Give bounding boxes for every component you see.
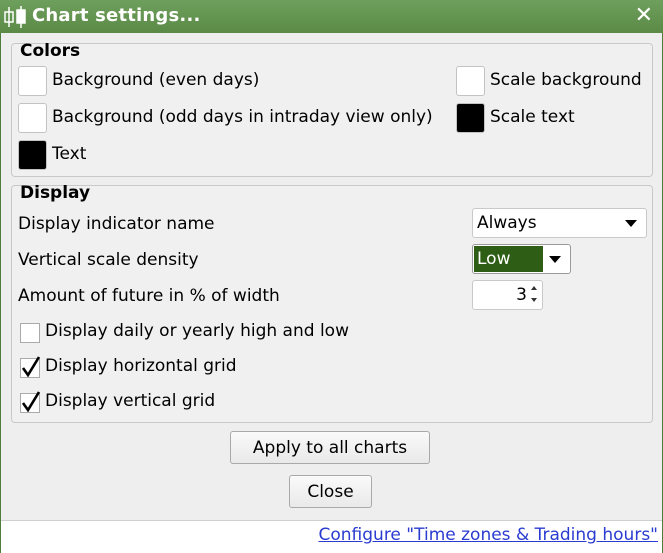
apply-to-all-button[interactable]: Apply to all charts <box>230 431 430 464</box>
future-label: Amount of future in % of width <box>18 286 280 306</box>
close-icon[interactable]: ✕ <box>635 3 653 28</box>
horizontal-grid-checkbox[interactable] <box>20 356 41 378</box>
colors-group: Colors Background (even days) Background… <box>11 41 653 177</box>
chevron-down-icon <box>549 256 561 263</box>
text-color-swatch[interactable] <box>18 140 47 170</box>
spin-up-icon[interactable] <box>529 283 539 295</box>
vertical-grid-checkbox[interactable] <box>20 391 41 413</box>
indicator-name-select[interactable]: Always <box>472 208 647 238</box>
scale-density-select[interactable]: Low <box>472 244 571 274</box>
background-odd-label: Background (odd days in intraday view on… <box>52 107 433 127</box>
vertical-grid-label: Display vertical grid <box>45 391 216 411</box>
window-title: Chart settings... <box>32 5 201 26</box>
high-low-checkbox[interactable] <box>20 323 40 343</box>
display-legend: Display <box>20 183 91 203</box>
scale-density-value: Low <box>477 249 511 269</box>
high-low-label: Display daily or yearly high and low <box>45 321 349 341</box>
scale-text-swatch[interactable] <box>456 103 485 133</box>
chevron-down-icon <box>625 220 637 227</box>
scale-background-label: Scale background <box>490 70 642 90</box>
spin-down-icon[interactable] <box>529 295 539 307</box>
scale-text-label: Scale text <box>490 107 575 127</box>
indicator-name-value: Always <box>477 213 537 233</box>
checkmark-icon <box>21 391 41 413</box>
future-spinner[interactable]: 3 <box>472 280 543 310</box>
title-bar: Chart settings... ✕ <box>0 0 663 33</box>
scale-density-label: Vertical scale density <box>18 250 199 270</box>
scale-background-swatch[interactable] <box>456 66 485 96</box>
indicator-name-label: Display indicator name <box>18 214 215 234</box>
horizontal-grid-label: Display horizontal grid <box>45 356 237 376</box>
colors-legend: Colors <box>20 41 81 61</box>
text-color-label: Text <box>52 144 87 164</box>
dialog-body: Colors Background (even days) Background… <box>1 33 662 553</box>
footer: Configure "Time zones & Trading hours" <box>1 520 662 553</box>
future-value: 3 <box>516 285 527 305</box>
checkmark-icon <box>21 356 41 378</box>
scale-density-selected: Low <box>474 246 543 272</box>
display-group: Display Display indicator name Always Ve… <box>11 183 653 423</box>
configure-time-zones-link[interactable]: Configure "Time zones & Trading hours" <box>319 525 659 545</box>
background-even-swatch[interactable] <box>18 66 47 96</box>
background-odd-swatch[interactable] <box>18 103 47 133</box>
close-button[interactable]: Close <box>289 475 372 508</box>
candlestick-chart-icon <box>4 6 26 28</box>
background-even-label: Background (even days) <box>52 70 260 90</box>
